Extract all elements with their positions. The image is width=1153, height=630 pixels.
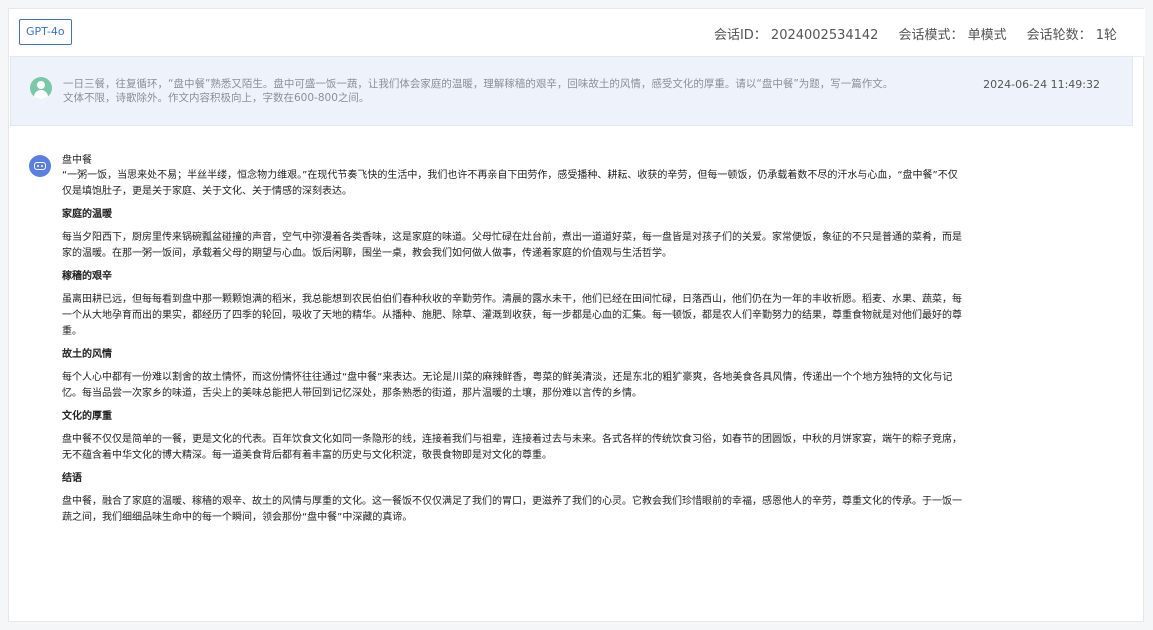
user-message-text: 一日三餐，往复循环，“盘中餐”熟悉又陌生。盘中可盛一饭一蔬，让我们体会家庭的温暖… bbox=[63, 77, 933, 105]
section-text: 盘中餐不仅仅是简单的一餐，更是文化的代表。百年饮食文化如同一条隐形的线，连接着我… bbox=[62, 434, 962, 461]
essay-title: 盘中餐 bbox=[62, 155, 92, 166]
section-heading: 稼穑的艰辛 bbox=[62, 271, 112, 282]
section-heading: 文化的厚重 bbox=[62, 411, 112, 422]
section-heading: 故土的风情 bbox=[62, 349, 112, 360]
section-heading: 结语 bbox=[62, 473, 82, 484]
essay-intro: “一粥一饭，当思来处不易；半丝半缕，恒念物力维艰。”在现代节奏飞快的生活中，我们… bbox=[62, 170, 958, 197]
assistant-message: 盘中餐 “一粥一饭，当思来处不易；半丝半缕，恒念物力维艰。”在现代节奏飞快的生活… bbox=[10, 135, 1133, 610]
user-message-line: 一日三餐，往复循环，“盘中餐”熟悉又陌生。盘中可盛一饭一蔬，让我们体会家庭的温暖… bbox=[63, 78, 894, 90]
session-mode: 会话模式： 单模式 bbox=[898, 27, 1007, 43]
bot-avatar-icon bbox=[29, 155, 51, 177]
model-badge: GPT-4o bbox=[19, 19, 72, 45]
message-timestamp: 2024-06-24 11:49:32 bbox=[983, 78, 1100, 91]
session-meta: 会话ID： 2024002534142 会话模式： 单模式 会话轮数： 1轮 bbox=[714, 9, 1117, 57]
section-heading: 家庭的温暖 bbox=[62, 209, 112, 220]
section-text: 每当夕阳西下，厨房里传来锅碗瓢盆碰撞的声音，空气中弥漫着各类香味，这是家庭的味道… bbox=[62, 232, 962, 259]
section-text: 盘中餐，融合了家庭的温暖、稼穑的艰辛、故土的风情与厚重的文化。这一餐饭不仅仅满足… bbox=[62, 496, 962, 523]
assistant-message-text: 盘中餐 “一粥一饭，当思来处不易；半丝半缕，恒念物力维艰。”在现代节奏飞快的生活… bbox=[62, 153, 962, 526]
section-text: 虽离田耕已远，但每每看到盘中那一颗颗饱满的稻米，我总能想到农民伯伯们春种秋收的辛… bbox=[62, 294, 962, 337]
user-message: 一日三餐，往复循环，“盘中餐”熟悉又陌生。盘中可盛一饭一蔬，让我们体会家庭的温暖… bbox=[10, 56, 1133, 126]
session-header: GPT-4o 会话ID： 2024002534142 会话模式： 单模式 会话轮… bbox=[9, 9, 1145, 57]
user-avatar-icon bbox=[30, 77, 52, 99]
session-rounds: 会话轮数： 1轮 bbox=[1026, 27, 1117, 43]
user-message-line: 文体不限，诗歌除外。作文内容积极向上，字数在600-800之间。 bbox=[63, 92, 370, 104]
session-id: 会话ID： 2024002534142 bbox=[713, 27, 879, 43]
section-text: 每个人心中都有一份难以割舍的故土情怀，而这份情怀往往通过“盘中餐”来表达。无论是… bbox=[62, 372, 953, 399]
